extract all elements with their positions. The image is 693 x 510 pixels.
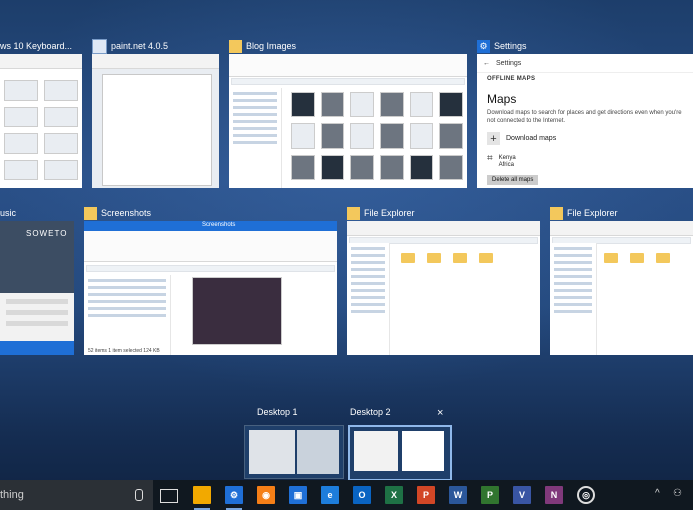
desktop-2-label: Desktop 2 <box>350 407 391 417</box>
window-thumbnail <box>0 54 82 188</box>
window-blog-images[interactable]: Blog Images <box>229 36 467 188</box>
word-icon[interactable]: W <box>449 486 467 504</box>
close-desktop-button[interactable]: × <box>437 407 443 419</box>
photos-icon[interactable]: ▣ <box>289 486 307 504</box>
project-icon[interactable]: P <box>481 486 499 504</box>
window-thumbnail: Screenshots 52 items 1 item selected 124… <box>84 221 337 355</box>
window-title: ws 10 Keyboard... <box>0 41 73 51</box>
search-box[interactable]: thing <box>0 480 153 510</box>
album-text: SOWETO <box>26 229 68 238</box>
download-maps-button[interactable]: + Download maps <box>487 132 556 145</box>
region-sub: Africa <box>498 162 514 168</box>
taskbar: thing ⚙ ◉ ▣ e O X P W P V N ◎ ^ ⚇ <box>0 480 693 510</box>
excel-icon[interactable]: X <box>385 486 403 504</box>
powerpoint-icon[interactable]: P <box>417 486 435 504</box>
groove-icon[interactable]: ◎ <box>577 486 595 504</box>
window-music[interactable]: usic SOWETO <box>0 203 74 355</box>
back-arrow-icon: ← <box>483 59 490 67</box>
visio-icon[interactable]: V <box>513 486 531 504</box>
onenote-icon[interactable]: N <box>545 486 563 504</box>
desktop-1-label: Desktop 1 <box>257 407 298 417</box>
download-maps-label: Download maps <box>506 135 557 142</box>
file-explorer-icon[interactable] <box>193 486 211 510</box>
window-keyboard[interactable]: ws 10 Keyboard... <box>0 36 82 188</box>
window-thumbnail <box>347 221 540 355</box>
edge-icon[interactable]: e <box>321 486 339 504</box>
desktop-2-thumbnail[interactable] <box>348 425 452 481</box>
gear-icon: ⚙ <box>477 39 490 53</box>
folder-icon <box>84 206 97 220</box>
show-hidden-icons-button[interactable]: ^ <box>655 488 660 499</box>
window-title: File Explorer <box>567 208 618 218</box>
window-label: Screenshots <box>202 222 236 228</box>
folder-icon <box>229 39 242 53</box>
window-thumbnail: ← Settings OFFLINE MAPS Maps Download map… <box>477 54 693 188</box>
window-thumbnail <box>92 54 219 188</box>
folder-icon <box>347 206 360 220</box>
window-thumbnail: SOWETO <box>0 221 74 355</box>
window-title: paint.net 4.0.5 <box>111 41 169 51</box>
window-title: Settings <box>494 41 527 51</box>
region-name: Kenya <box>498 155 516 161</box>
plus-icon: + <box>487 132 500 145</box>
window-settings[interactable]: ⚙ Settings ← Settings OFFLINE MAPS Maps D… <box>477 36 693 188</box>
outlook-icon[interactable]: O <box>353 486 371 504</box>
desktop-1-thumbnail[interactable] <box>244 425 344 479</box>
window-paint[interactable]: paint.net 4.0.5 <box>92 36 219 188</box>
app-header: Settings <box>496 59 522 67</box>
firefox-icon[interactable]: ◉ <box>257 486 275 504</box>
window-screenshots[interactable]: Screenshots Screenshots 52 items 1 item … <box>84 203 337 355</box>
microphone-icon[interactable] <box>135 489 143 501</box>
page-heading: Maps <box>487 92 517 106</box>
settings-icon[interactable]: ⚙ <box>225 486 243 510</box>
people-icon[interactable]: ⚇ <box>673 488 682 499</box>
window-thumbnail <box>550 221 693 355</box>
task-view-button[interactable] <box>160 489 178 503</box>
window-file-explorer-2[interactable]: File Explorer <box>550 203 693 355</box>
delete-all-maps-button[interactable]: Delete all maps <box>487 175 539 185</box>
window-title: usic <box>0 208 17 218</box>
status-bar: 52 items 1 item selected 124 KB <box>88 348 160 354</box>
description: Download maps to search for places and g… <box>487 110 682 124</box>
window-file-explorer-1[interactable]: File Explorer <box>347 203 540 355</box>
window-title: File Explorer <box>364 208 415 218</box>
folder-icon <box>550 206 563 220</box>
section-label: OFFLINE MAPS <box>487 76 536 82</box>
window-thumbnail <box>229 54 467 188</box>
search-placeholder: thing <box>0 489 24 501</box>
window-title: Blog Images <box>246 41 297 51</box>
map-icon: ⌗ <box>487 153 493 164</box>
region-entry[interactable]: ⌗ Kenya Africa <box>487 153 516 169</box>
window-title: Screenshots <box>101 208 152 218</box>
paint-net-icon <box>92 38 107 54</box>
